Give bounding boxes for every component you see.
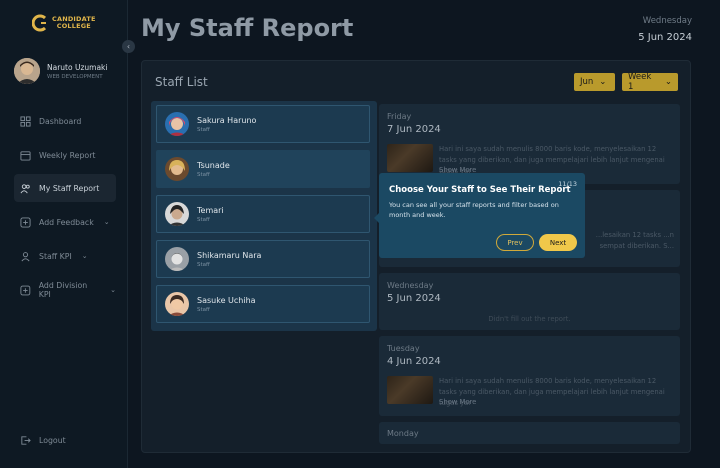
panel-title: Staff List	[155, 75, 208, 89]
chevron-down-icon: ⌄	[81, 252, 88, 260]
staff-name: Sasuke Uchiha	[197, 295, 256, 305]
staff-role: Staff	[197, 261, 210, 268]
report-day: Friday	[387, 112, 412, 121]
avatar	[165, 157, 189, 181]
staff-name: Shikamaru Nara	[197, 250, 262, 260]
tooltip-step-counter: 11/13	[558, 180, 577, 188]
current-day: Wednesday	[642, 16, 692, 26]
nav-label: Dashboard	[39, 116, 82, 126]
user-name: Naruto Uzumaki	[47, 62, 108, 72]
staff-card[interactable]: Temari Staff	[156, 195, 370, 233]
current-date: Wednesday 5 Jun 2024	[638, 16, 692, 43]
onboarding-tooltip: Choose Your Staff to See Their Report 11…	[374, 173, 585, 258]
report-thumbnail	[387, 376, 433, 404]
month-filter-value: Jun	[580, 77, 594, 87]
nav-staff-kpi[interactable]: Staff KPI ⌄	[14, 242, 116, 270]
staff-role: Staff	[197, 126, 210, 133]
user-role: WEB DEVELOPMENT	[47, 73, 103, 80]
staff-card[interactable]: Sakura Haruno Staff	[156, 105, 370, 143]
next-button[interactable]: Next	[539, 234, 577, 251]
calendar-icon	[20, 150, 31, 161]
nav-weekly-report[interactable]: Weekly Report	[14, 141, 116, 169]
logo-c-icon	[32, 14, 47, 32]
logout-icon	[21, 435, 31, 445]
chevron-left-icon: ‹	[126, 42, 131, 51]
sidebar: CANDIDATE COLLEGE Naruto Uzumaki WEB DEV…	[0, 0, 128, 468]
chevron-down-icon: ⌄	[110, 286, 116, 294]
staff-card[interactable]: Sasuke Uchiha Staff	[156, 285, 370, 323]
report-card[interactable]: Monday	[379, 422, 680, 444]
report-day: Wednesday	[387, 281, 434, 290]
avatar	[165, 292, 189, 316]
staff-name: Temari	[197, 205, 224, 215]
logout-label: Logout	[39, 435, 66, 445]
report-date: 4 Jun 2024	[387, 356, 441, 367]
report-card[interactable]: Friday 7 Jun 2024 Hari ini saya sudah me…	[379, 104, 680, 184]
nav-add-division-kpi[interactable]: Add Division KPI ⌄	[14, 276, 116, 304]
plus-square-icon	[20, 216, 31, 228]
prev-button[interactable]: Prev	[496, 234, 534, 251]
avatar	[165, 202, 189, 226]
report-empty-text: Didn't fill out the report.	[488, 315, 571, 323]
show-more-link[interactable]: Show More	[439, 398, 476, 406]
avatar	[165, 112, 189, 136]
report-date: 7 Jun 2024	[387, 124, 441, 135]
users-icon	[20, 183, 30, 193]
report-date: 5 Jun 2024	[387, 293, 441, 304]
sidebar-collapse-button[interactable]: ‹	[122, 40, 135, 53]
user-icon	[21, 251, 30, 261]
nav-dashboard[interactable]: Dashboard	[14, 107, 116, 135]
nav-label: Weekly Report	[39, 150, 96, 160]
chevron-down-icon: ⌄	[103, 218, 110, 226]
chevron-down-icon: ⌄	[599, 77, 607, 87]
tooltip-arrow	[374, 213, 379, 223]
report-card[interactable]: Wednesday 5 Jun 2024 Didn't fill out the…	[379, 273, 680, 330]
staff-card[interactable]: Tsunade Staff	[156, 150, 370, 188]
brand-name: CANDIDATE COLLEGE	[52, 15, 96, 30]
grid-icon	[20, 115, 31, 127]
avatar	[14, 58, 40, 84]
report-day: Tuesday	[387, 344, 420, 353]
report-thumbnail	[387, 144, 433, 172]
nav-label: Add Division KPI	[38, 281, 88, 299]
week-filter-value: Week 1	[628, 72, 652, 92]
nav-label: Add Feedback	[39, 217, 94, 227]
staff-card[interactable]: Shikamaru Nara Staff	[156, 240, 370, 278]
nav-add-feedback[interactable]: Add Feedback ⌄	[14, 208, 116, 236]
tooltip-body: You can see all your staff reports and f…	[389, 201, 559, 219]
nav-my-staff-report[interactable]: My Staff Report	[14, 174, 116, 202]
staff-role: Staff	[197, 306, 210, 313]
staff-role: Staff	[197, 171, 210, 178]
report-text: ...lesaikan 12 tasks ...n sempat diberik…	[595, 231, 674, 250]
logout-button[interactable]: Logout	[14, 426, 116, 454]
staff-name: Tsunade	[197, 160, 230, 170]
brand-logo[interactable]: CANDIDATE COLLEGE	[32, 14, 96, 32]
week-filter[interactable]: Week 1 ⌄	[622, 72, 678, 92]
staff-name: Sakura Haruno	[197, 115, 257, 125]
report-day: Monday	[387, 429, 419, 438]
page-title: My Staff Report	[141, 14, 354, 42]
avatar	[165, 247, 189, 271]
nav-label: My Staff Report	[39, 183, 100, 193]
nav-label: Staff KPI	[39, 251, 72, 261]
staff-list: Sakura Haruno Staff Tsunade Staff Temari…	[151, 101, 377, 331]
report-card[interactable]: Tuesday 4 Jun 2024 Hari ini saya sudah m…	[379, 336, 680, 416]
chevron-down-icon: ⌄	[664, 77, 672, 87]
staff-role: Staff	[197, 216, 210, 223]
current-date-value: 5 Jun 2024	[638, 32, 692, 43]
plus-square-icon	[20, 285, 31, 295]
user-profile[interactable]: Naruto Uzumaki WEB DEVELOPMENT	[14, 58, 107, 84]
month-filter[interactable]: Jun ⌄	[574, 73, 615, 91]
tooltip-title: Choose Your Staff to See Their Report	[389, 185, 571, 195]
